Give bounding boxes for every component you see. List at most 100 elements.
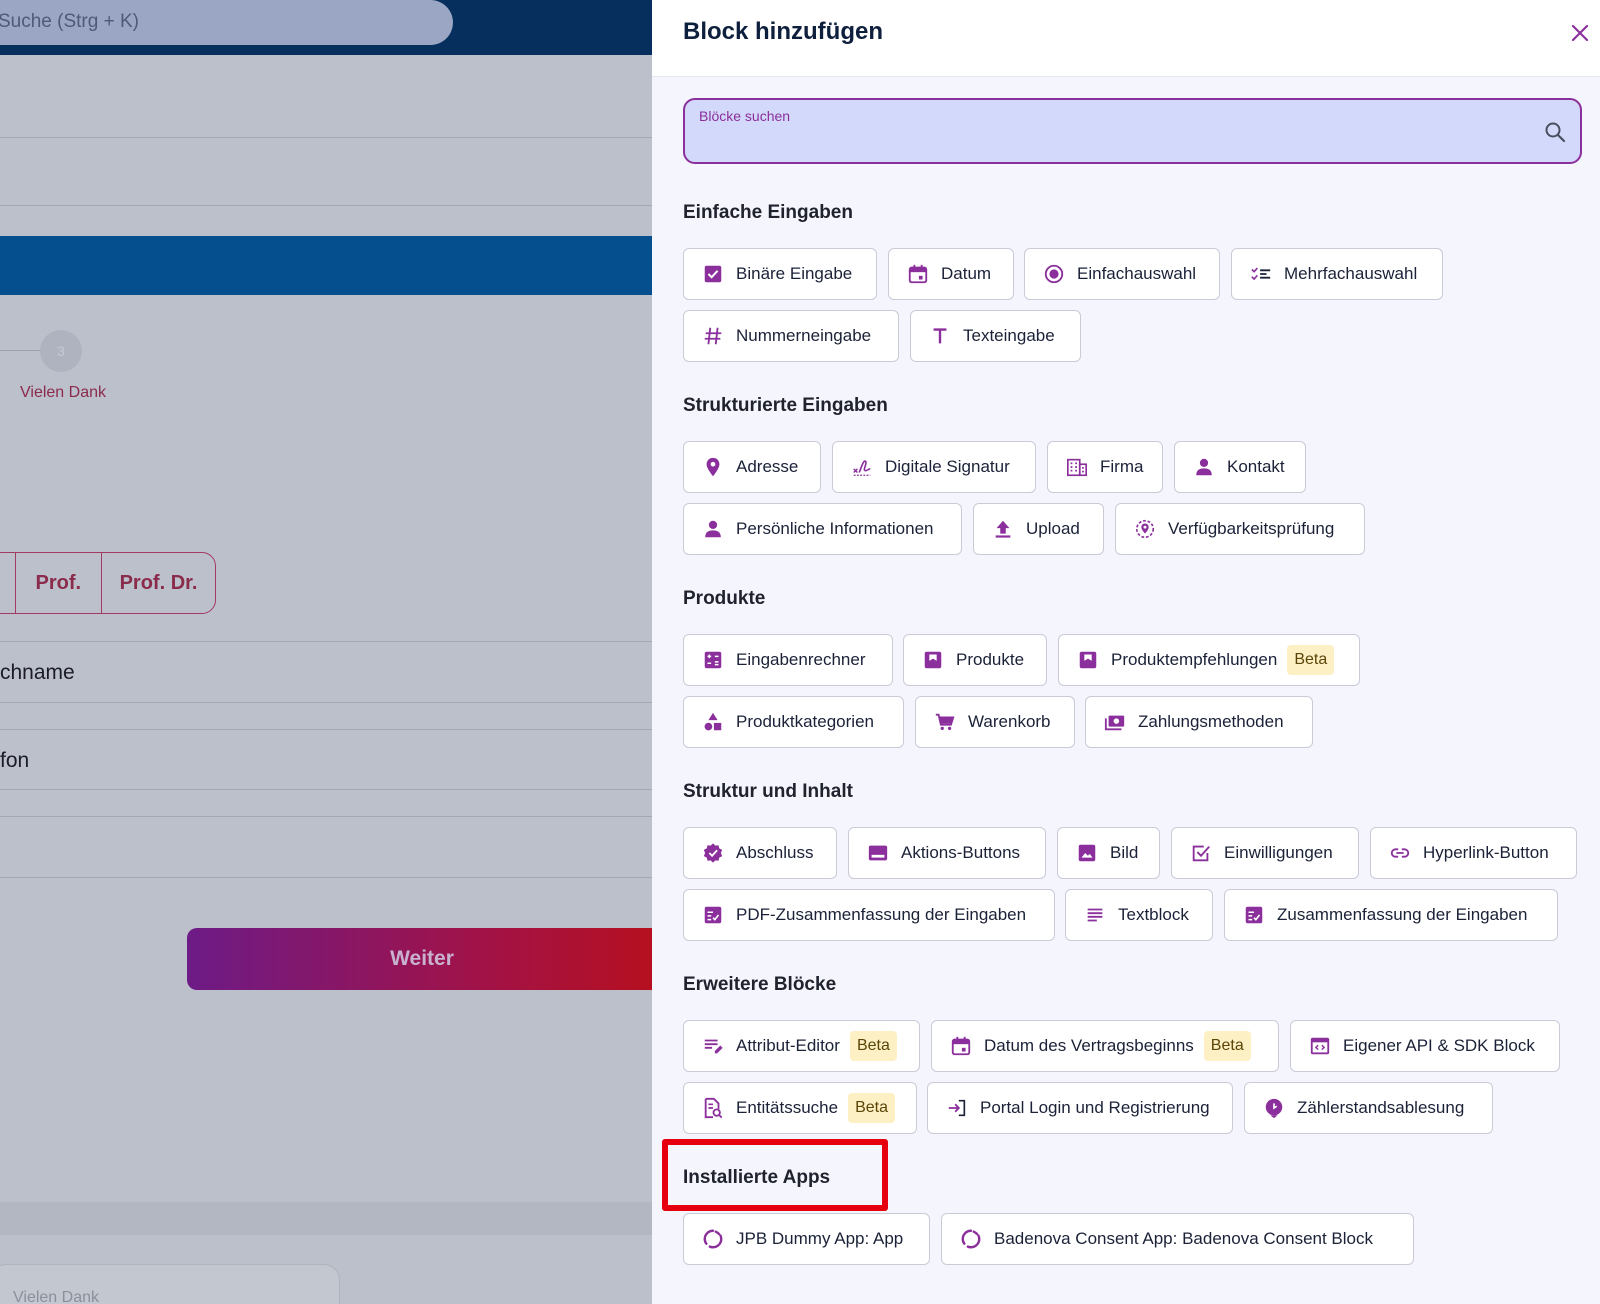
- block-label: JPB Dummy App: App: [736, 1229, 904, 1248]
- app-logo-icon: [960, 1228, 982, 1250]
- block-label: Portal Login und Registrierung: [980, 1098, 1210, 1117]
- block-datum-des-vertragsbeginns[interactable]: Datum des Vertragsbeginns Beta: [931, 1020, 1279, 1072]
- block-hyperlink-button[interactable]: Hyperlink-Button: [1370, 827, 1577, 879]
- verified-badge-icon: [702, 842, 724, 864]
- option-prof[interactable]: Prof.: [14, 553, 101, 613]
- block-produktempfehlungen[interactable]: Produktempfehlungen Beta: [1058, 634, 1360, 686]
- checklist-icon: [1250, 263, 1272, 285]
- highlight-annotation: [662, 1139, 888, 1211]
- search-input[interactable]: [699, 130, 1529, 156]
- block-texteingabe[interactable]: Texteingabe: [910, 310, 1081, 362]
- block-einfachauswahl[interactable]: Einfachauswahl: [1024, 248, 1220, 300]
- block-abschluss[interactable]: Abschluss: [683, 827, 837, 879]
- block-adresse[interactable]: Adresse: [683, 441, 821, 493]
- block-label: Zusammenfassung der Eingaben: [1277, 905, 1528, 924]
- block-entitaetssuche[interactable]: Entitätssuche Beta: [683, 1082, 917, 1134]
- block-produktkategorien[interactable]: Produktkategorien: [683, 696, 904, 748]
- block-label: Zählerstandsablesung: [1297, 1098, 1465, 1117]
- block-label: Kontakt: [1227, 457, 1285, 476]
- footer-band: [0, 1202, 652, 1235]
- lastname-field[interactable]: chname: [0, 661, 75, 685]
- block-label: Nummerneingabe: [736, 326, 872, 345]
- hash-icon: [702, 325, 724, 347]
- location-pin-icon: [702, 456, 724, 478]
- app-logo-icon: [702, 1228, 724, 1250]
- panel-body: Blöcke suchen Einfache Eingaben Struktur…: [652, 77, 1600, 1304]
- step-label: Vielen Dank: [20, 384, 106, 401]
- checkbox-outline-icon: [1190, 842, 1212, 864]
- block-zusammenfassung[interactable]: Zusammenfassung der Eingaben: [1224, 889, 1558, 941]
- block-zaehlerstandsablesung[interactable]: Zählerstandsablesung: [1244, 1082, 1493, 1134]
- block-label: Textblock: [1118, 905, 1189, 924]
- block-mehrfachauswahl[interactable]: Mehrfachauswahl: [1231, 248, 1443, 300]
- code-window-icon: [1309, 1035, 1331, 1057]
- block-textblock[interactable]: Textblock: [1065, 889, 1213, 941]
- block-kontakt[interactable]: Kontakt: [1174, 441, 1306, 493]
- block-label: Verfügbarkeitsprüfung: [1168, 519, 1335, 538]
- block-verfuegbarkeitspruefung[interactable]: Verfügbarkeitsprüfung: [1115, 503, 1365, 555]
- block-label: Eingabenrechner: [736, 650, 866, 669]
- calculator-icon: [702, 649, 724, 671]
- image-icon: [1076, 842, 1098, 864]
- edit-lines-icon: [702, 1035, 724, 1057]
- block-einwilligungen[interactable]: Einwilligungen: [1171, 827, 1359, 879]
- block-persoenliche-informationen[interactable]: Persönliche Informationen: [683, 503, 962, 555]
- app-badenova-consent[interactable]: Badenova Consent App: Badenova Consent B…: [941, 1213, 1414, 1265]
- block-label: Eigener API & SDK Block: [1343, 1036, 1535, 1055]
- search-label: Blöcke suchen: [699, 108, 791, 124]
- block-zahlungsmethoden[interactable]: Zahlungsmethoden: [1085, 696, 1313, 748]
- text-t-icon: [929, 325, 951, 347]
- product-box-icon: [922, 649, 944, 671]
- block-label: Badenova Consent App: Badenova Consent B…: [994, 1229, 1373, 1248]
- location-target-icon: [1134, 518, 1156, 540]
- option-prof-dr[interactable]: Prof. Dr.: [100, 553, 215, 613]
- block-produkte[interactable]: Produkte: [903, 634, 1047, 686]
- checkbox-icon: [702, 263, 724, 285]
- product-box-icon: [1077, 649, 1099, 671]
- shapes-icon: [702, 711, 724, 733]
- calendar-icon: [950, 1035, 972, 1057]
- app-jpb-dummy[interactable]: JPB Dummy App: App: [683, 1213, 930, 1265]
- block-aktions-buttons[interactable]: Aktions-Buttons: [848, 827, 1046, 879]
- block-label: Attribut-Editor: [736, 1036, 840, 1055]
- footer-step-card: Vielen Dank: [0, 1264, 340, 1304]
- section-title: Strukturierte Eingaben: [683, 395, 888, 416]
- block-warenkorb[interactable]: Warenkorb: [915, 696, 1075, 748]
- block-firma[interactable]: Firma: [1047, 441, 1163, 493]
- block-eingabenrechner[interactable]: Eingabenrechner: [683, 634, 893, 686]
- divider: [0, 702, 652, 703]
- section-title: Struktur und Inhalt: [683, 781, 853, 802]
- block-binaere-eingabe[interactable]: Binäre Eingabe: [683, 248, 877, 300]
- block-label: Aktions-Buttons: [901, 843, 1021, 862]
- block-bild[interactable]: Bild: [1057, 827, 1160, 879]
- block-pdf-zusammenfassung[interactable]: PDF-Zusammenfassung der Eingaben: [683, 889, 1055, 941]
- divider: [0, 205, 652, 206]
- search-icon[interactable]: [1543, 120, 1567, 144]
- close-icon[interactable]: [1568, 21, 1592, 45]
- block-digitale-signatur[interactable]: Digitale Signatur: [832, 441, 1036, 493]
- next-button[interactable]: Weiter: [187, 928, 652, 990]
- block-eigener-api-sdk[interactable]: Eigener API & SDK Block: [1290, 1020, 1560, 1072]
- block-upload[interactable]: Upload: [973, 503, 1104, 555]
- divider: [0, 816, 652, 817]
- block-nummerneingabe[interactable]: Nummerneingabe: [683, 310, 899, 362]
- block-label: Firma: [1100, 457, 1144, 476]
- block-search[interactable]: Blöcke suchen: [683, 98, 1582, 164]
- block-datum[interactable]: Datum: [888, 248, 1014, 300]
- divider: [0, 137, 652, 138]
- background-page: Suche (Strg + K) 3 Vielen Dank Prof. Pro…: [0, 0, 652, 1304]
- global-search[interactable]: Suche (Strg + K): [0, 0, 453, 45]
- block-label: Zahlungsmethoden: [1138, 712, 1284, 731]
- divider: [0, 789, 652, 790]
- panel-header: Block hinzufügen: [652, 0, 1600, 77]
- block-portal-login[interactable]: Portal Login und Registrierung: [927, 1082, 1233, 1134]
- building-icon: [1066, 456, 1088, 478]
- block-label: Entitätssuche: [736, 1098, 839, 1117]
- form-header-bar: [0, 236, 652, 295]
- block-attribut-editor[interactable]: Attribut-Editor Beta: [683, 1020, 920, 1072]
- block-label: Abschluss: [736, 843, 814, 862]
- person-icon: [1193, 456, 1215, 478]
- block-label: Upload: [1026, 519, 1080, 538]
- phone-field[interactable]: fon: [0, 749, 29, 773]
- block-label: Warenkorb: [968, 712, 1051, 731]
